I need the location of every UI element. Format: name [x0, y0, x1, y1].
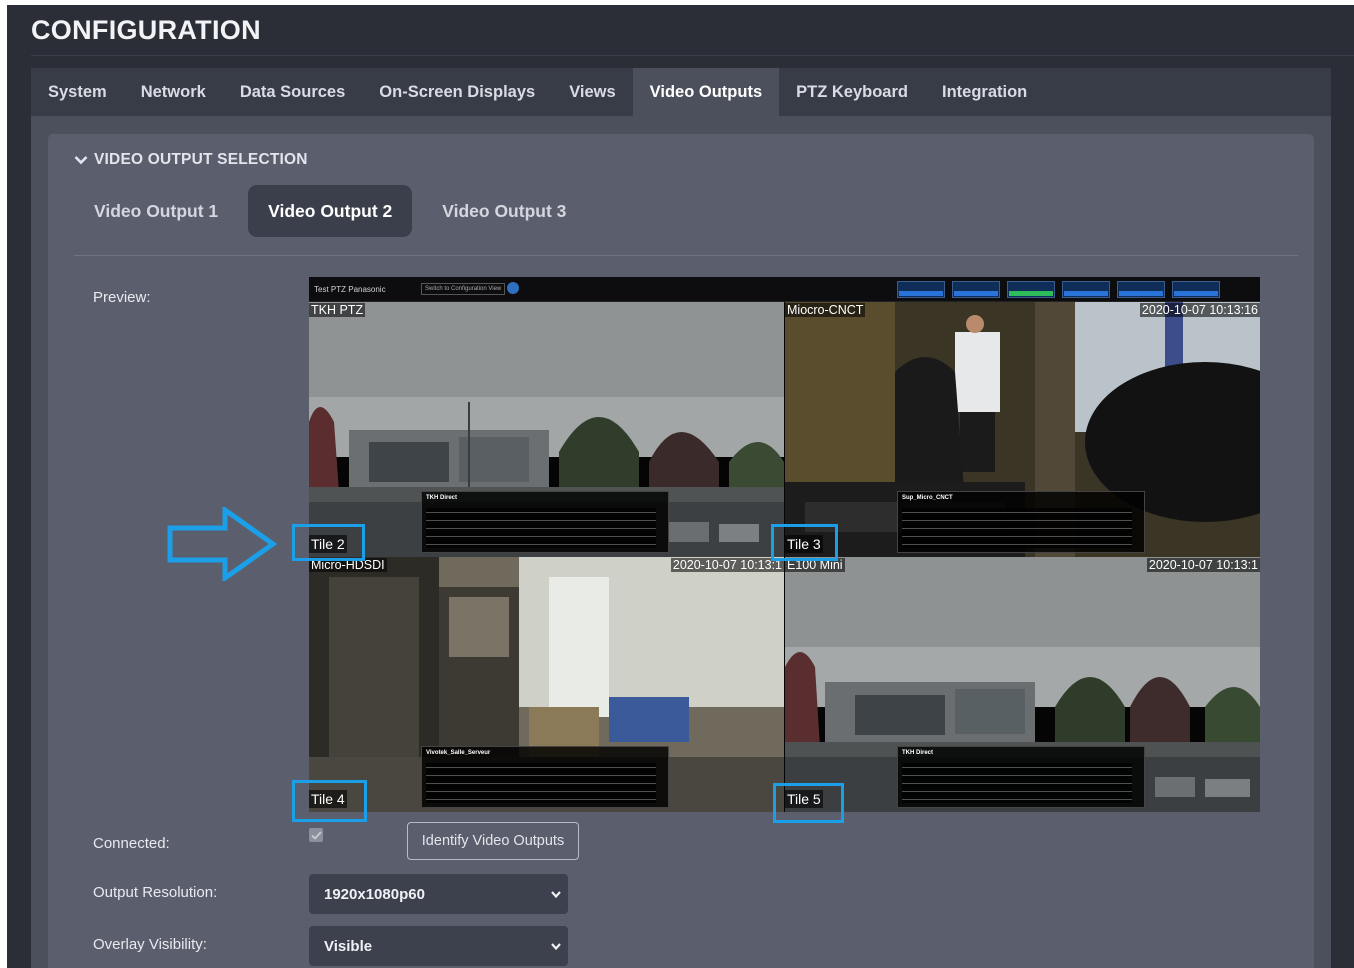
preview-meter: [1007, 281, 1055, 298]
page-title: CONFIGURATION: [31, 15, 261, 45]
tab-system[interactable]: System: [31, 68, 124, 116]
stream-info-title: TKH Direct: [902, 750, 934, 756]
title-divider: [31, 55, 1354, 56]
arrow-right-icon: [167, 507, 278, 581]
tile-highlight: [292, 780, 367, 822]
stream-info-title: TKH Direct: [426, 495, 458, 501]
overlay-visibility-label: Overlay Visibility:: [93, 936, 207, 953]
preview-toolbar: Test PTZ Panasonic Switch to Configurati…: [309, 277, 1260, 302]
tile-highlight: [292, 524, 365, 561]
camera-name: Miocro-CNCT: [785, 303, 866, 317]
camera-timestamp: 2020-10-07 10:13:16: [1139, 303, 1260, 317]
dropdown-caret-icon: [551, 891, 561, 899]
connected-label: Connected:: [93, 835, 170, 852]
stream-info-box: TKH Direct: [421, 491, 669, 553]
preview-tile: Micro-HDSDI 2020-10-07 10:13:1 Vivotek_S…: [309, 557, 784, 812]
tab-ptz-keyboard[interactable]: PTZ Keyboard: [779, 68, 925, 116]
subtab-video-output-3[interactable]: Video Output 3: [422, 185, 586, 237]
video-output-selection-card: VIDEO OUTPUT SELECTION Video Output 1 Vi…: [48, 134, 1314, 968]
dropdown-caret-icon: [551, 943, 561, 951]
video-output-subtabs: Video Output 1 Video Output 2 Video Outp…: [74, 185, 586, 237]
preview-meter: [1117, 281, 1165, 298]
section-title: VIDEO OUTPUT SELECTION: [94, 151, 308, 168]
output-resolution-value: 1920x1080p60: [324, 885, 425, 903]
tab-integration[interactable]: Integration: [925, 68, 1044, 116]
tile-highlight: [771, 524, 838, 561]
tab-data-sources[interactable]: Data Sources: [223, 68, 362, 116]
camera-name: TKH PTZ: [309, 303, 366, 317]
stream-info-box: Sup_Micro_CNCT: [897, 491, 1145, 553]
preview-meter: [897, 281, 945, 298]
preview-meter: [952, 281, 1000, 298]
identify-video-outputs-button[interactable]: Identify Video Outputs: [407, 822, 579, 860]
tile-highlight: [773, 783, 844, 823]
subtab-divider: [74, 255, 1298, 256]
camera-timestamp: 2020-10-07 10:13:1: [1146, 558, 1260, 572]
overlay-visibility-select[interactable]: Visible: [309, 926, 568, 966]
tab-network[interactable]: Network: [124, 68, 223, 116]
camera-timestamp: 2020-10-07 10:13:1: [670, 558, 784, 572]
output-resolution-select[interactable]: 1920x1080p60: [309, 874, 568, 914]
gear-icon: [507, 282, 519, 294]
stream-info-title: Vivotek_Salle_Serveur: [426, 750, 491, 756]
preview-meter: [1062, 281, 1110, 298]
tab-views[interactable]: Views: [552, 68, 632, 116]
preview-label: Preview:: [93, 289, 151, 306]
output-resolution-label: Output Resolution:: [93, 884, 218, 901]
preview-meter: [1172, 281, 1220, 298]
check-icon: [310, 830, 322, 840]
stream-info-title: Sup_Micro_CNCT: [902, 495, 953, 501]
app-window: CONFIGURATION System Network Data Source…: [7, 5, 1354, 968]
preview-tile: E100 Mini 2020-10-07 10:13:1 TKH Direct …: [785, 557, 1260, 812]
section-toggle[interactable]: VIDEO OUTPUT SELECTION: [74, 151, 308, 169]
tab-content-panel: VIDEO OUTPUT SELECTION Video Output 1 Vi…: [31, 116, 1331, 968]
tab-on-screen-displays[interactable]: On-Screen Displays: [362, 68, 552, 116]
subtab-video-output-2[interactable]: Video Output 2: [248, 185, 413, 237]
subtab-video-output-1[interactable]: Video Output 1: [74, 185, 238, 237]
preview-tile: Miocro-CNCT 2020-10-07 10:13:16 Sup_Micr…: [785, 302, 1260, 557]
overlay-visibility-value: Visible: [324, 937, 373, 955]
stream-info-box: Vivotek_Salle_Serveur: [421, 746, 669, 808]
preview-switch-view-button: Switch to Configuration View: [421, 283, 505, 295]
stream-info-box: TKH Direct: [897, 746, 1145, 808]
main-tabbar: System Network Data Sources On-Screen Di…: [31, 68, 1331, 116]
chevron-down-icon: [74, 156, 88, 165]
preview-tile: TKH PTZ TKH Direct Tile 2: [309, 302, 784, 557]
connected-checkbox[interactable]: [309, 828, 323, 842]
tab-video-outputs[interactable]: Video Outputs: [632, 68, 780, 116]
preview-view-name: Test PTZ Panasonic: [314, 285, 386, 294]
